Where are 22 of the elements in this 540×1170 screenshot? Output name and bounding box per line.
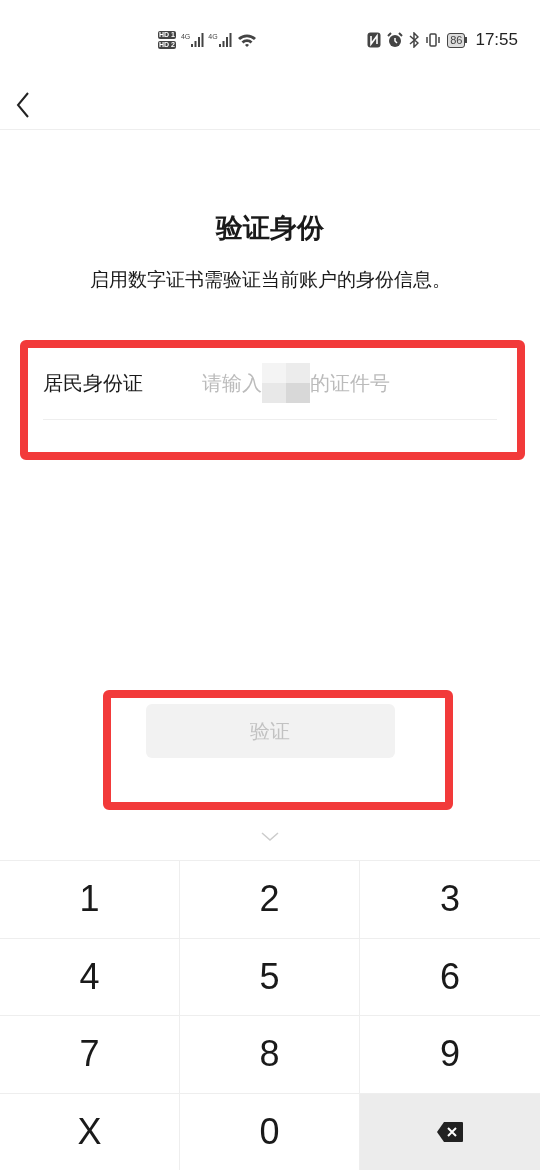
keypad-key[interactable]: 4 xyxy=(0,938,180,1016)
signal-icon xyxy=(191,33,205,47)
vibrate-icon xyxy=(425,32,442,48)
keypad-key[interactable]: 1 xyxy=(0,861,180,939)
nfc-icon xyxy=(367,32,382,48)
clock-time: 17:55 xyxy=(475,29,518,52)
blurred-patch xyxy=(262,362,310,403)
keypad-key[interactable]: 8 xyxy=(180,1016,360,1094)
keypad-key[interactable]: 2 xyxy=(180,861,360,939)
field-label: 居民身份证 xyxy=(43,370,144,396)
battery-level: 86 xyxy=(447,32,466,48)
bluetooth-icon xyxy=(409,32,420,48)
keypad-key[interactable]: 7 xyxy=(0,1016,180,1094)
wifi-icon xyxy=(236,32,257,48)
subtitle-text: 启用数字证书需验证当前账户的身份信息。 xyxy=(89,268,451,292)
alarm-icon xyxy=(387,32,404,48)
back-icon[interactable] xyxy=(16,91,30,118)
page-title: 验证身份 xyxy=(216,212,324,245)
keypad-key[interactable]: 5 xyxy=(180,938,360,1016)
backspace-icon xyxy=(436,1120,464,1143)
signal-icon xyxy=(218,33,232,47)
backspace-key[interactable] xyxy=(360,1093,540,1170)
